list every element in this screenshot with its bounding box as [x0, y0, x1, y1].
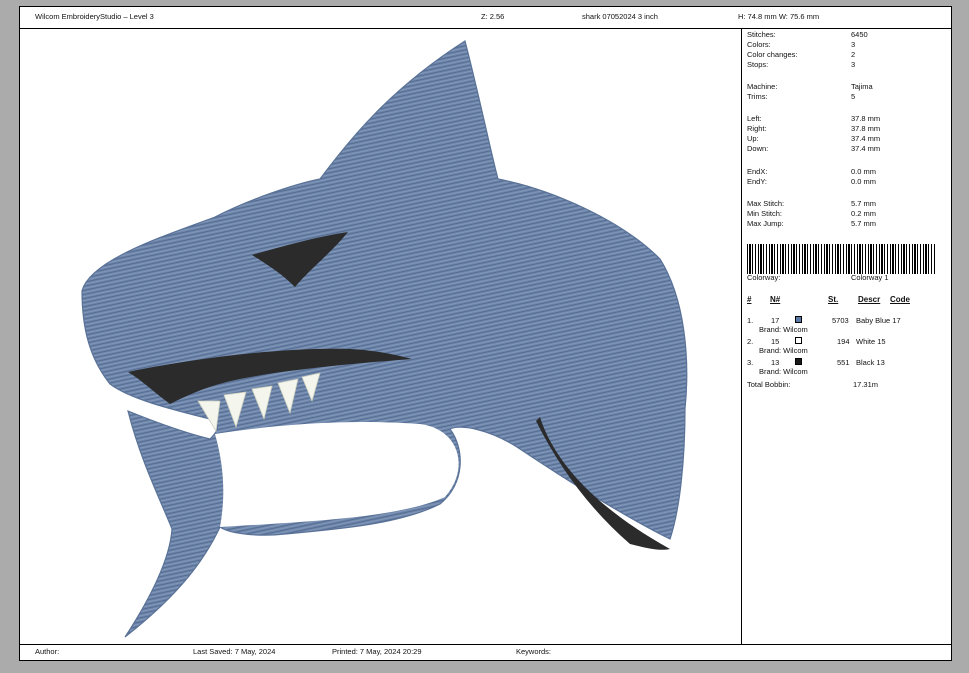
- stat-row: Colors: 3: [747, 40, 856, 49]
- stat-row: Left: 37.8 mm: [747, 114, 881, 123]
- colorway-row: Colorway: Colorway 1: [747, 273, 889, 282]
- col-header-code: Code: [890, 295, 910, 304]
- thread-row: 1. 17 5703 Baby Blue 17 Brand: Wilcom: [747, 316, 901, 334]
- col-header-description: Descr: [858, 295, 881, 304]
- app-title: Wilcom EmbroideryStudio – Level 3: [35, 12, 154, 21]
- col-header-stitches: St.: [828, 295, 839, 304]
- stat-row: Color changes: 2: [747, 50, 856, 59]
- thread-color-swatch: [795, 358, 802, 365]
- design-area: [20, 29, 742, 645]
- stat-row: EndX: 0.0 mm: [747, 167, 877, 176]
- barcode: [747, 244, 935, 274]
- design-filename: shark 07052024 3 inch: [582, 12, 658, 21]
- print-preview-sheet: Wilcom EmbroideryStudio – Level 3 Z: 2.5…: [19, 6, 952, 661]
- header-bar: Wilcom EmbroideryStudio – Level 3 Z: 2.5…: [20, 7, 951, 29]
- zoom-level: Z: 2.56: [481, 12, 505, 21]
- printed-date: Printed: 7 May, 2024 20:29: [332, 647, 422, 656]
- stat-row: EndY: 0.0 mm: [747, 177, 877, 186]
- stat-row: Stops: 3: [747, 60, 856, 69]
- stat-row: Trims: 5: [747, 92, 856, 101]
- total-bobbin-row: Total Bobbin: 17.31m: [747, 380, 879, 389]
- footer-bar: Author: Last Saved: 7 May, 2024 Printed:…: [20, 644, 951, 660]
- stat-row: Max Jump: 5.7 mm: [747, 219, 877, 228]
- author-label: Author:: [35, 647, 60, 656]
- thread-color-swatch: [795, 316, 802, 323]
- design-info-panel: Stitches: 6450 Colors: 3 Color changes: 2 S…: [742, 29, 951, 645]
- col-header-number: #: [747, 295, 752, 304]
- stat-row: Machine: Tajima: [747, 82, 873, 91]
- stat-row: Stitches: 6450: [747, 30, 868, 39]
- stat-row: Right: 37.8 mm: [747, 124, 881, 133]
- last-saved: Last Saved: 7 May, 2024: [193, 647, 276, 656]
- shark-body: [81, 40, 688, 638]
- stat-row: Down: 37.4 mm: [747, 144, 881, 153]
- design-dimensions: H: 74.8 mm W: 75.6 mm: [738, 12, 820, 21]
- thread-row: 2. 15 194 White 15 Brand: Wilcom: [747, 337, 886, 355]
- thread-color-swatch: [795, 337, 802, 344]
- thread-row: 3. 13 551 Black 13 Brand: Wilcom: [747, 358, 885, 376]
- stat-row: Min Stitch: 0.2 mm: [747, 209, 877, 218]
- shark-embroidery-design: [81, 40, 688, 638]
- col-header-thread-number: N#: [770, 295, 781, 304]
- stat-row: Max Stitch: 5.7 mm: [747, 199, 877, 208]
- stat-row: Up: 37.4 mm: [747, 134, 881, 143]
- keywords-label: Keywords:: [516, 647, 552, 656]
